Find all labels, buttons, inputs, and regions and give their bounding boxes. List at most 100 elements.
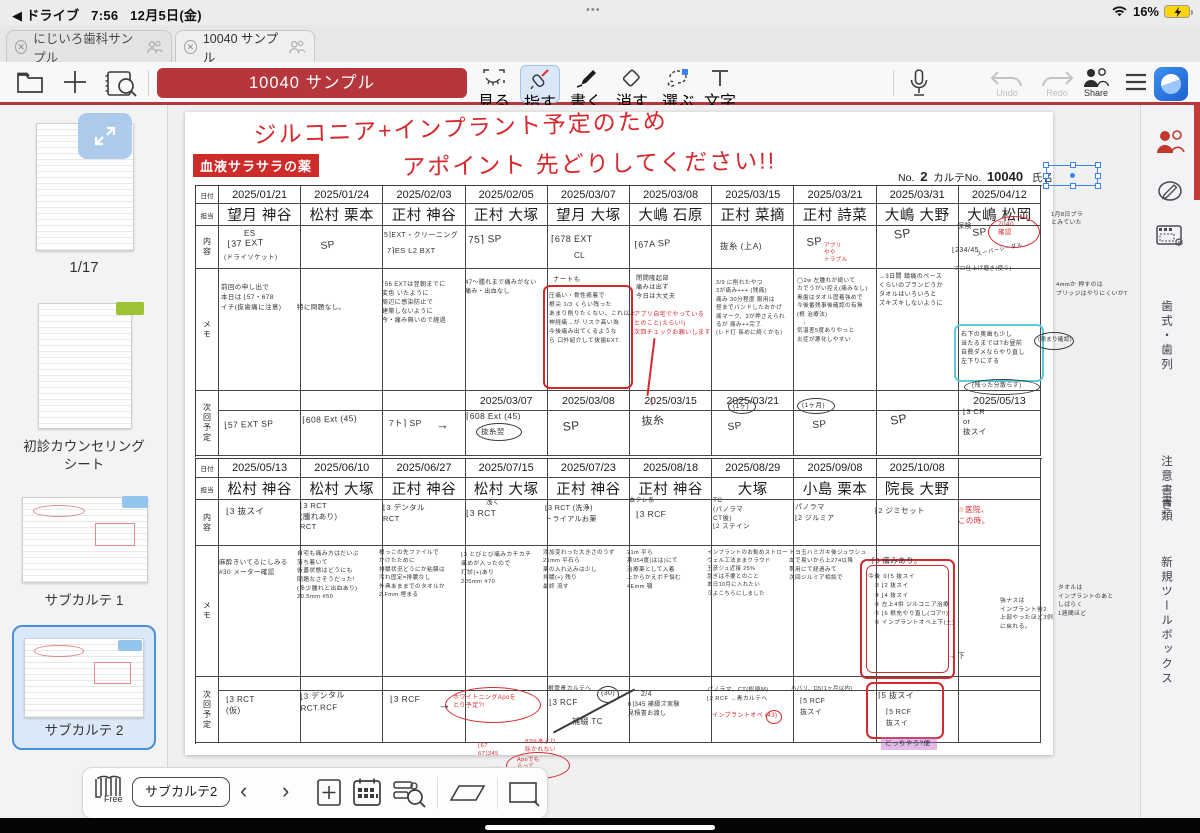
parallelogram-icon [450, 784, 486, 802]
undo-button[interactable]: Undo [990, 70, 1024, 98]
karte-nextdate-cell [301, 391, 383, 411]
handwritten-annotation: (1ヶ) [733, 402, 749, 411]
note-search-button[interactable] [104, 69, 138, 97]
karte-content-cell [466, 500, 548, 546]
menu-button[interactable] [1124, 72, 1148, 92]
tab-new-toolbox[interactable]: 新規ツールボックス [1158, 556, 1174, 687]
handwritten-annotation: インプラントオペ (43) [712, 712, 777, 720]
handwritten-annotation: 抜糸翌 [481, 427, 505, 438]
shape-parallelogram-button[interactable] [450, 784, 486, 802]
karte-no-value: 10040 [987, 169, 1023, 184]
collaboration-button[interactable] [1152, 130, 1188, 154]
divider [497, 777, 498, 809]
row-label-date: 日付 [196, 459, 219, 478]
home-indicator[interactable] [485, 825, 715, 830]
handwritten-annotation: 7ト⌉ SP [389, 418, 422, 430]
handwritten-annotation: 本クレ系 [629, 497, 655, 505]
karte-date-cell: 2025/04/12 [959, 186, 1041, 204]
next-page-button[interactable]: › [282, 778, 289, 804]
annotation-pen-button[interactable] [1152, 178, 1188, 204]
handwritten-annotation: 自宅も痛み方はだいぶ 落ち着いて 仮蓋状態はどうにも 問題なさそうだった! (多… [297, 550, 359, 602]
handwritten-annotation: ⌊2 ジミセット [875, 506, 925, 517]
handwritten-annotation: → [436, 416, 449, 434]
thumbnail-counseling-sheet[interactable] [38, 303, 132, 429]
row-label-staff: 担当 [196, 478, 219, 500]
karte-staff-cell: 正村 神谷 [383, 478, 465, 500]
drive-back-link[interactable]: ◀ ドライブ [12, 8, 79, 23]
karte-nextdate-cell [219, 391, 301, 411]
window-settings-button[interactable]: ⚙ [1152, 222, 1188, 248]
tab-10040-sample[interactable]: ✕ 10040 サンプル [175, 30, 315, 62]
handwritten-annotation: ⌈56 EXTは翌朝までに 変色 いたように 周辺に感染防止で 建築しないように… [382, 281, 446, 326]
share-people-icon [1082, 68, 1110, 88]
karte-date-cell: 2025/02/05 [466, 186, 548, 204]
view-icon [482, 68, 506, 88]
folder-button[interactable] [16, 71, 44, 94]
status-bar: ◀ ドライブ 7:56 12月5日(金) ••• 16% [0, 0, 1200, 25]
karte-nextdate-cell: 2025/03/08 [548, 391, 630, 411]
karte-date-cell: 2025/07/23 [548, 459, 630, 478]
handwritten-annotation: SP [727, 420, 743, 435]
tag-search-button[interactable] [392, 778, 426, 808]
thumbnail-label: 初診カウンセリング シート [0, 438, 168, 473]
karte-date-cell [959, 459, 1041, 478]
app-icon[interactable] [1154, 67, 1188, 101]
tool-erase[interactable]: 消す [612, 65, 652, 103]
expand-thumbnail-button[interactable] [78, 113, 132, 159]
handwritten-annotation: ハバリ、D5(1ヶ月以内) [791, 686, 852, 694]
selection-box[interactable] [1046, 165, 1098, 186]
handwritten-annotation: ナートも [553, 275, 581, 284]
handwritten-annotation: 7040 確認 [998, 221, 1014, 237]
karte-staff-cell: 正村 大塚 [466, 204, 548, 226]
karte-header: No. 2 カルテNo. 10040 氏名 [898, 169, 1053, 185]
karte-date-cell: 2025/03/21 [794, 186, 876, 204]
handwritten-annotation: パノラマ、CT(松原M) ⌊2 RCF →青カルテへ [707, 686, 769, 703]
tab-nijiiro-sample[interactable]: ✕ にじいろ歯科サンプル [6, 30, 172, 62]
handwritten-annotation: (30) [601, 689, 615, 699]
handwritten-annotation: ◯2w 左腫れが続いて カでうがい控え(痛みなし) 奥歯はタオル固着強めで 今後… [797, 277, 867, 344]
divider [893, 70, 894, 96]
prev-page-button[interactable]: ‹ [240, 778, 247, 804]
karte-nextdate-cell [959, 677, 1041, 691]
share-button[interactable]: Share [1082, 68, 1110, 98]
tool-select[interactable]: 選ぶ [658, 65, 698, 103]
redo-button[interactable]: Redo [1040, 70, 1074, 98]
handwritten-annotation: アプリ やや トラブル [824, 243, 848, 264]
tab-tooth-chart[interactable]: 歯式・歯列 [1158, 300, 1174, 373]
svg-text:⚙: ⚙ [1174, 237, 1184, 248]
karte-staff-cell: 正村 神谷 [548, 478, 630, 500]
free-scroll-button[interactable]: Free [92, 775, 126, 803]
undo-icon [990, 70, 1024, 88]
handwritten-annotation: SP [320, 239, 336, 254]
tool-write[interactable]: 書く [566, 65, 606, 103]
close-icon[interactable]: ✕ [184, 40, 197, 54]
clock: 7:56 [91, 8, 118, 23]
tool-text[interactable]: 文字 [700, 65, 740, 103]
add-page-button[interactable] [316, 777, 342, 807]
handwritten-annotation: 補綴 TC [572, 716, 603, 727]
thumbnail-subkarte1[interactable] [22, 497, 148, 583]
karte-date-cell: 2025/03/08 [630, 186, 712, 204]
shape-rect-button[interactable] [508, 781, 540, 807]
undo-label: Undo [990, 88, 1024, 98]
redo-label: Redo [1040, 88, 1074, 98]
tool-point[interactable]: 指す [520, 65, 560, 103]
add-button[interactable] [62, 69, 88, 95]
main-toolbar: 10040 サンプル 見る 指す 書く 消す 選ぶ [0, 62, 1200, 105]
pen-circle-icon [1157, 178, 1183, 204]
document-title-button[interactable]: 10040 サンプル [157, 68, 467, 98]
close-icon[interactable]: ✕ [15, 40, 27, 54]
handwritten-annotation: (閉まり確認) [1038, 337, 1072, 345]
karte-date-cell: 2025/03/31 [877, 186, 959, 204]
row-label-memo: メモ [196, 269, 219, 391]
handwritten-annotation: 75⌉ SP [468, 233, 502, 248]
home-indicator-area [0, 818, 1200, 833]
people-icon [288, 39, 306, 55]
tab-documents[interactable]: 書類 [1158, 495, 1174, 524]
handwritten-annotation: → [438, 696, 451, 714]
current-page-button[interactable]: サブカルテ2 [132, 777, 230, 807]
mic-button[interactable] [908, 68, 930, 98]
calendar-button[interactable] [352, 777, 382, 807]
tool-view[interactable]: 見る [474, 65, 514, 103]
handwritten-annotation: ⌈67A SP [634, 236, 671, 251]
